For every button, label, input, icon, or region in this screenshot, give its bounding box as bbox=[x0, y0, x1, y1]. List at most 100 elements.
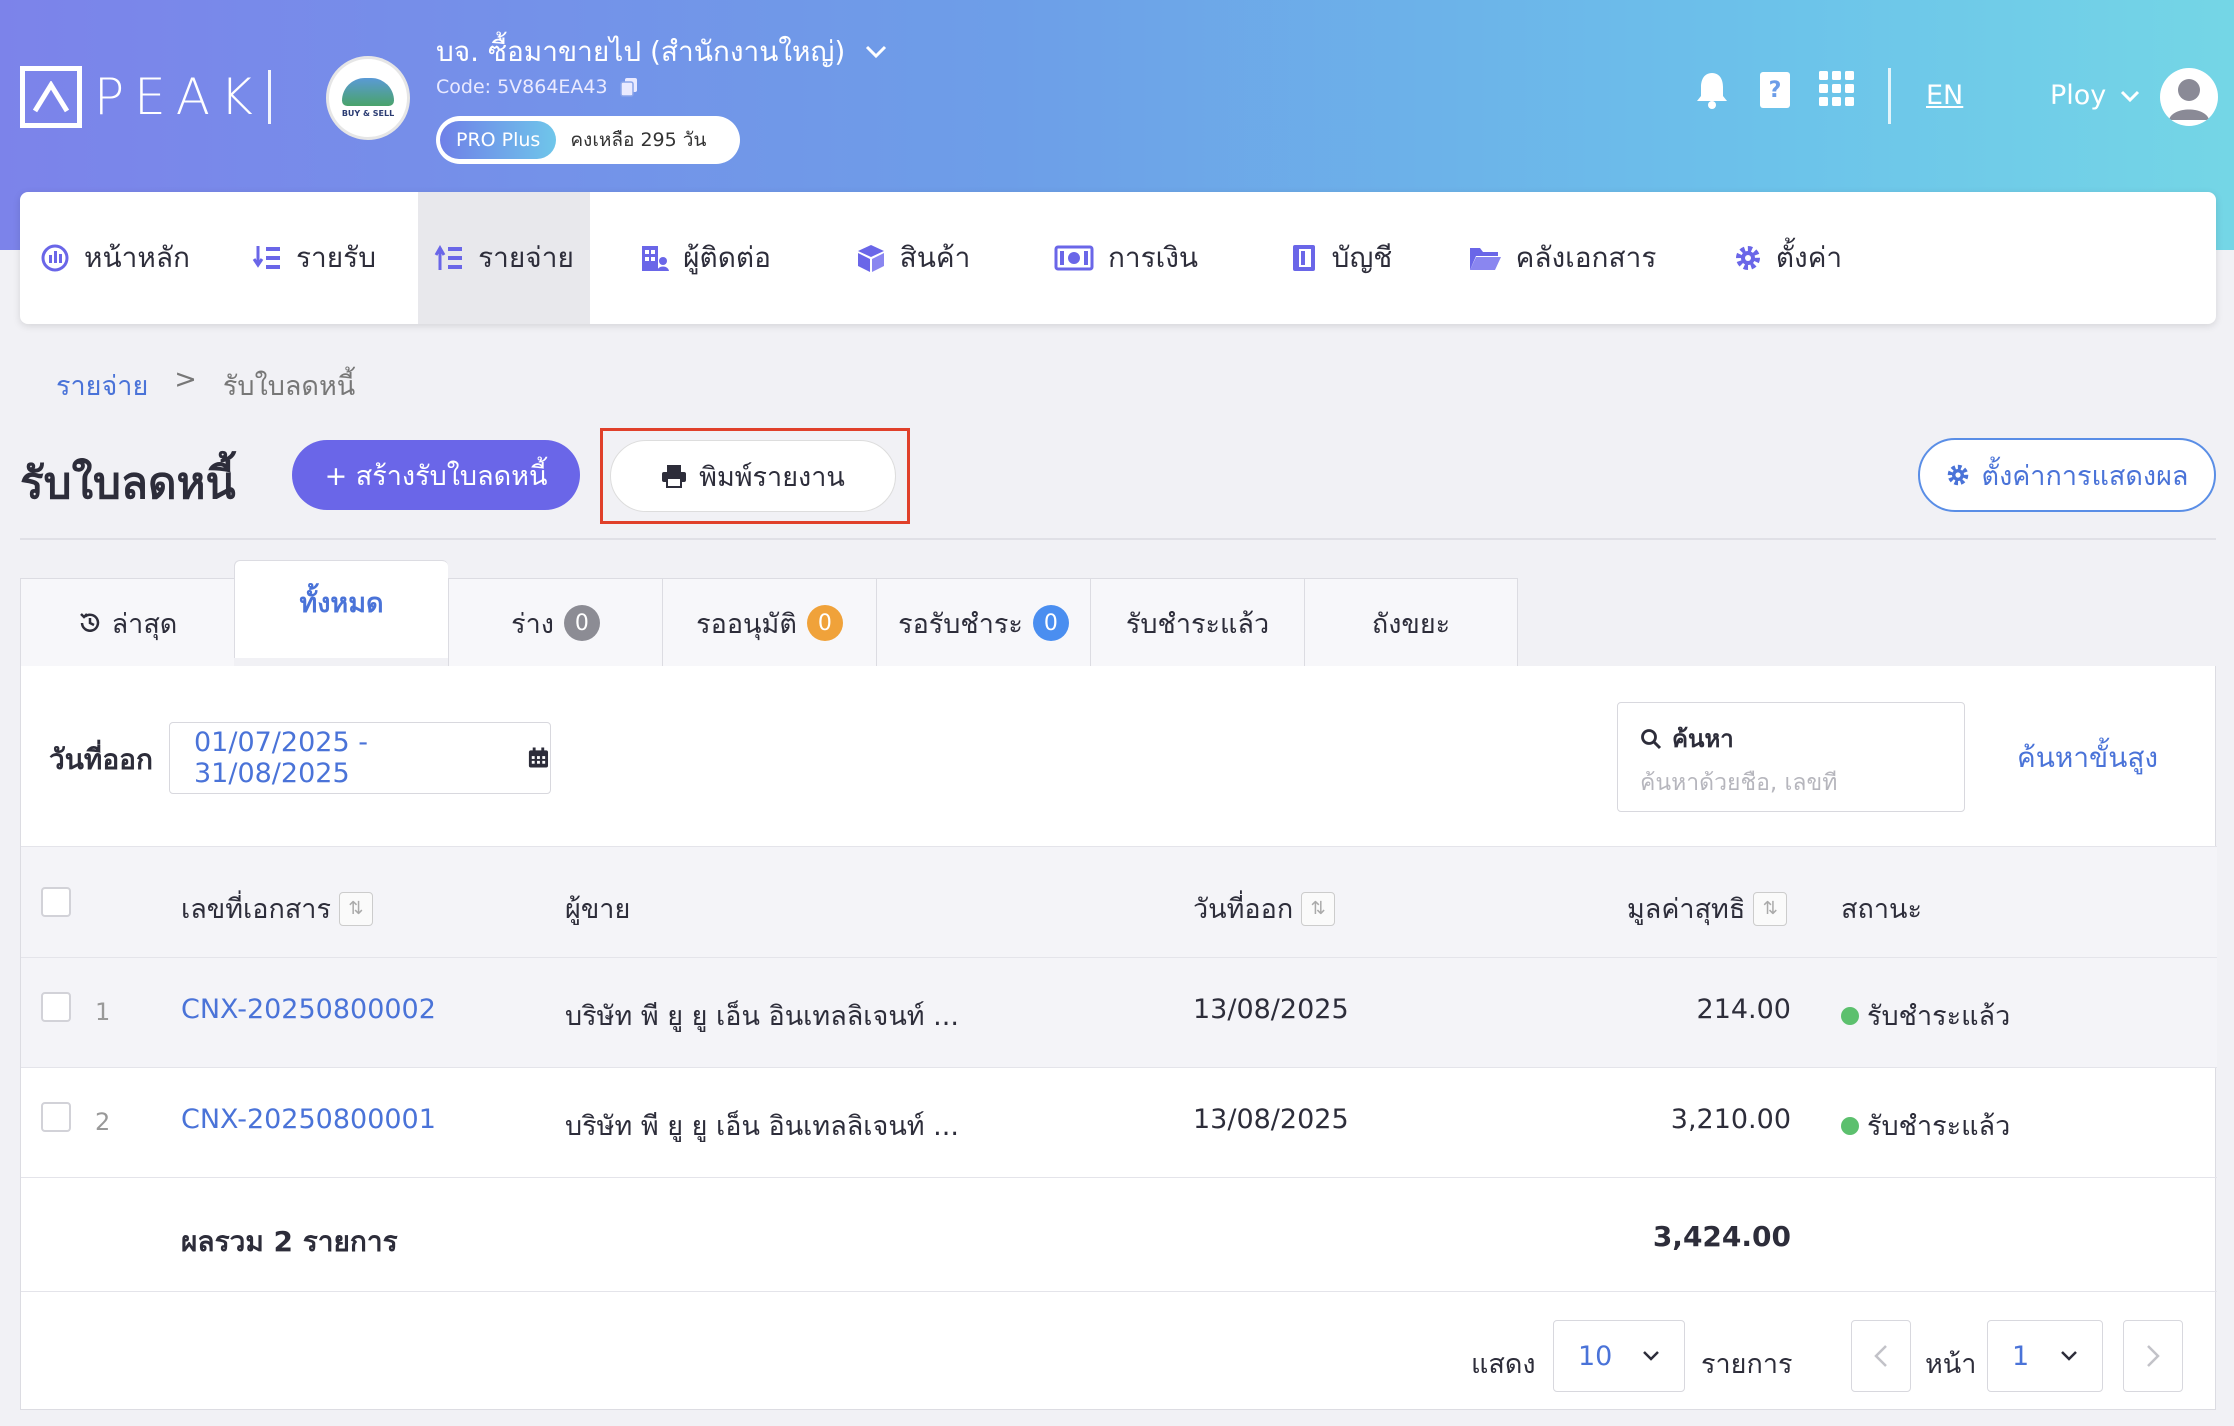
table-row[interactable]: 1 CNX-20250800002 บริษัท พี ยู ยู เอ็น อ… bbox=[21, 958, 2217, 1068]
product-box-icon bbox=[857, 245, 884, 272]
folder-icon bbox=[1469, 248, 1501, 270]
date-range-value: 01/07/2025 - 31/08/2025 bbox=[194, 727, 368, 789]
tab-awaiting-approval[interactable]: รออนุมัติ 0 bbox=[662, 578, 876, 668]
column-vendor: ผู้ขาย bbox=[565, 887, 630, 930]
company-switcher[interactable]: บจ. ซื้อมาขายไป (สำนักงานใหญ่) bbox=[436, 30, 887, 74]
tab-draft[interactable]: ร่าง 0 bbox=[448, 578, 662, 668]
search-icon bbox=[1641, 728, 1662, 749]
company-logo-text: BUY & SELL bbox=[341, 109, 395, 118]
search-box[interactable]: ค้นหา bbox=[1617, 702, 1965, 812]
company-code: Code: 5V864EA43 bbox=[436, 76, 638, 98]
sort-icon[interactable]: ⇅ bbox=[338, 891, 373, 926]
chevron-down-icon bbox=[866, 45, 887, 59]
column-label: วันที่ออก bbox=[1193, 894, 1294, 925]
nav-finance[interactable]: การเงิน bbox=[1006, 192, 1246, 324]
svg-text:?: ? bbox=[1769, 78, 1782, 103]
net-value: 214.00 bbox=[1696, 994, 1791, 1025]
row-checkbox[interactable] bbox=[41, 992, 71, 1022]
tab-paid[interactable]: รับชำระแล้ว bbox=[1090, 578, 1304, 668]
date-range-picker[interactable]: 01/07/2025 - 31/08/2025 bbox=[169, 722, 551, 794]
language-switch[interactable]: EN bbox=[1926, 80, 1963, 111]
copy-icon[interactable] bbox=[619, 77, 638, 97]
status-badge: รับชำระแล้ว bbox=[1841, 994, 2010, 1037]
plan-pill[interactable]: PRO Plus คงเหลือ 295 วัน bbox=[436, 116, 740, 164]
gear-icon bbox=[1947, 464, 1968, 486]
chevron-left-icon bbox=[1874, 1345, 1887, 1367]
search-input[interactable] bbox=[1640, 770, 1942, 796]
pagination: แสดง 10 รายการ หน้า 1 bbox=[21, 1292, 2217, 1410]
logo-text: PEAK bbox=[94, 68, 263, 126]
header-divider-right bbox=[1888, 68, 1891, 124]
nav-accounting[interactable]: บัญชี bbox=[1246, 192, 1436, 324]
sort-icon[interactable]: ⇅ bbox=[1753, 891, 1788, 926]
column-issue-date[interactable]: วันที่ออก ⇅ bbox=[1193, 887, 1336, 930]
tab-label: รออนุมัติ bbox=[696, 608, 797, 640]
print-report-button[interactable]: พิมพ์รายงาน bbox=[610, 440, 896, 512]
chevron-down-icon bbox=[2061, 1351, 2077, 1361]
date-filter-label: วันที่ออก bbox=[49, 743, 153, 776]
breadcrumb-current: รับใบลดหนี้ bbox=[222, 371, 356, 402]
header-divider bbox=[268, 70, 271, 124]
nav-contacts[interactable]: ผู้ติดต่อ bbox=[590, 192, 820, 324]
doc-no-link[interactable]: CNX-20250800001 bbox=[181, 1104, 436, 1135]
user-menu[interactable]: Ploy bbox=[2050, 80, 2140, 111]
tab-awaiting-payment[interactable]: รอรับชำระ 0 bbox=[876, 578, 1090, 668]
column-doc-no[interactable]: เลขที่เอกสาร ⇅ bbox=[181, 887, 373, 930]
next-page-button[interactable] bbox=[2123, 1320, 2183, 1392]
nav-products[interactable]: สินค้า bbox=[820, 192, 1006, 324]
tab-trash[interactable]: ถังขยะ bbox=[1304, 578, 1518, 668]
company-avatar[interactable]: BUY & SELL bbox=[326, 56, 410, 140]
help-book-icon[interactable]: ? bbox=[1758, 70, 1792, 110]
row-checkbox[interactable] bbox=[41, 1102, 71, 1132]
display-settings-button[interactable]: ตั้งค่าการแสดงผล bbox=[1918, 438, 2216, 512]
search-label-row: ค้นหา bbox=[1640, 719, 1942, 758]
page-number-select[interactable]: 1 bbox=[1987, 1320, 2103, 1392]
doc-no-link[interactable]: CNX-20250800002 bbox=[181, 994, 436, 1025]
nav-label: การเงิน bbox=[1107, 241, 1199, 274]
nav-label: ตั้งค่า bbox=[1775, 241, 1843, 274]
plan-remaining: คงเหลือ 295 วัน bbox=[570, 129, 707, 151]
advanced-search-link[interactable]: ค้นหาขั้นสูง bbox=[2017, 736, 2158, 780]
select-all-checkbox[interactable] bbox=[41, 887, 71, 917]
tab-label: รอรับชำระ bbox=[898, 608, 1023, 640]
nav-dashboard[interactable]: หน้าหลัก bbox=[20, 192, 210, 324]
table-row[interactable]: 2 CNX-20250800001 บริษัท พี ยู ยู เอ็น อ… bbox=[21, 1068, 2217, 1178]
nav-label: สินค้า bbox=[899, 241, 971, 274]
breadcrumb-separator: > bbox=[174, 364, 197, 395]
breadcrumb: รายจ่าย > รับใบลดหนี้ bbox=[56, 364, 355, 407]
nav-income[interactable]: รายรับ bbox=[210, 192, 418, 324]
vendor-name: บริษัท พี ยู ยู เอ็น อินเทลลิเจนท์ ... bbox=[565, 1111, 959, 1142]
create-credit-note-button[interactable]: + สร้างรับใบลดหนี้ bbox=[292, 440, 580, 510]
dashboard-icon bbox=[41, 244, 69, 272]
nav-documents[interactable]: คลังเอกสาร bbox=[1436, 192, 1688, 324]
status-text: รับชำระแล้ว bbox=[1867, 1001, 2011, 1032]
user-avatar[interactable] bbox=[2160, 68, 2218, 126]
tab-label: ล่าสุด bbox=[111, 608, 178, 640]
nav-settings[interactable]: ตั้งค่า bbox=[1688, 192, 1888, 324]
status-dot-icon bbox=[1841, 1116, 1859, 1135]
apps-grid-icon[interactable] bbox=[1818, 70, 1856, 108]
page-label: หน้า bbox=[1925, 1349, 1977, 1380]
status-text: รับชำระแล้ว bbox=[1867, 1111, 2011, 1142]
search-label: ค้นหา bbox=[1672, 725, 1734, 753]
sort-icon[interactable]: ⇅ bbox=[1301, 891, 1336, 926]
gear-icon bbox=[1735, 246, 1760, 270]
status-badge: รับชำระแล้ว bbox=[1841, 1104, 2010, 1147]
user-icon bbox=[2169, 79, 2209, 120]
nav-expense[interactable]: รายจ่าย bbox=[418, 192, 590, 324]
peak-logo[interactable]: PEAK bbox=[20, 66, 263, 128]
column-net-value[interactable]: มูลค่าสุทธิ ⇅ bbox=[1627, 887, 1788, 930]
tab-recent[interactable]: ล่าสุด bbox=[20, 578, 234, 668]
tab-all[interactable]: ทั้งหมด bbox=[234, 560, 448, 658]
status-dot-icon bbox=[1841, 1006, 1859, 1025]
chevron-down-icon bbox=[1643, 1351, 1659, 1361]
page-number-value: 1 bbox=[2012, 1340, 2030, 1372]
expense-icon bbox=[434, 244, 463, 270]
breadcrumb-parent[interactable]: รายจ่าย bbox=[56, 364, 148, 407]
bell-icon[interactable] bbox=[1694, 70, 1730, 110]
nav-label: รายจ่าย bbox=[478, 241, 574, 274]
items-label: รายการ bbox=[1701, 1349, 1793, 1380]
prev-page-button[interactable] bbox=[1851, 1320, 1911, 1392]
page-size-select[interactable]: 10 bbox=[1553, 1320, 1685, 1392]
total-value: 3,424.00 bbox=[1652, 1220, 1791, 1253]
